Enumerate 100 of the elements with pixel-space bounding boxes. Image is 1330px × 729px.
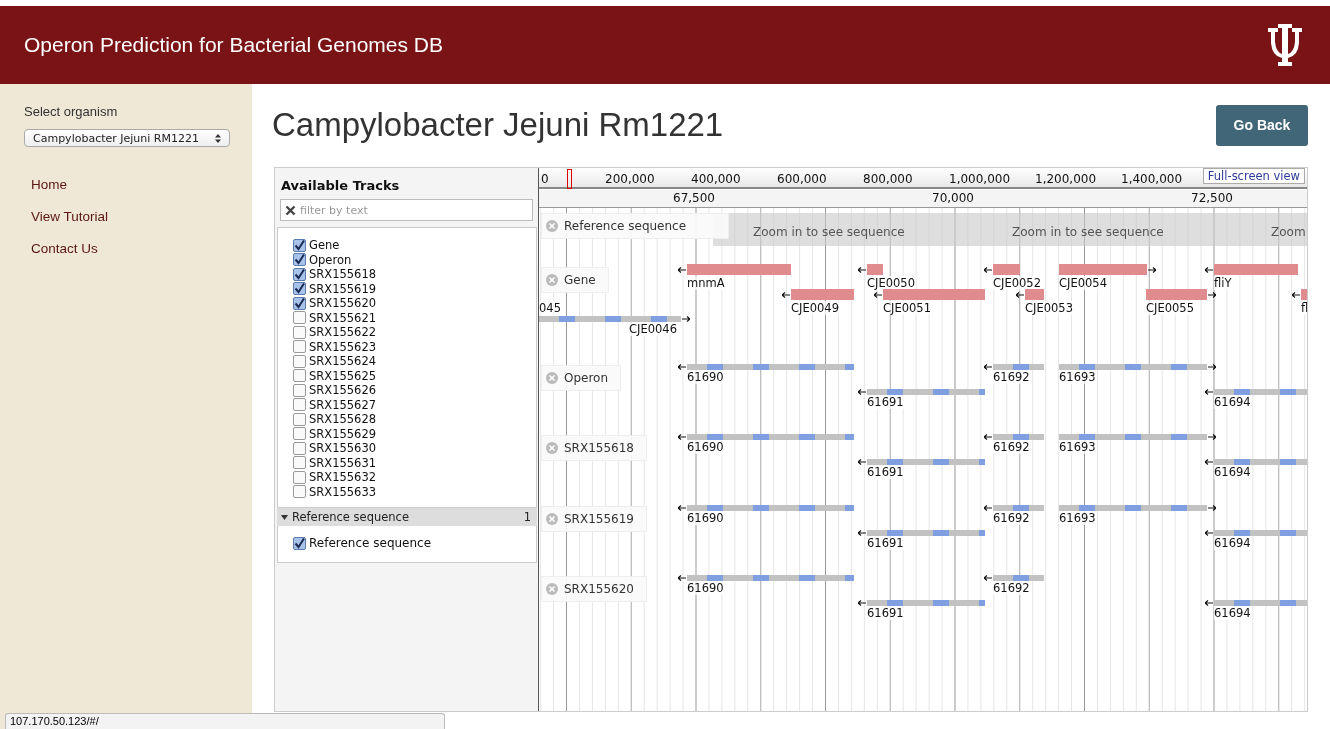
gene-feature[interactable] bbox=[687, 264, 791, 275]
close-icon[interactable] bbox=[546, 220, 558, 232]
operon-feature[interactable] bbox=[1214, 530, 1307, 536]
ruler-tick-label: 72,500 bbox=[1191, 191, 1233, 205]
checkbox[interactable] bbox=[293, 485, 306, 499]
full-screen-link[interactable]: Full-screen view bbox=[1202, 168, 1305, 184]
checkbox[interactable] bbox=[293, 238, 306, 252]
gene-feature[interactable] bbox=[867, 264, 883, 275]
track-name: SRX155625 bbox=[309, 368, 377, 383]
gene-feature[interactable] bbox=[1301, 289, 1307, 300]
feature-label: fl bbox=[1301, 301, 1307, 315]
operon-feature[interactable] bbox=[993, 575, 1044, 581]
operon-feature[interactable] bbox=[687, 434, 854, 440]
operon-feature[interactable] bbox=[867, 600, 985, 606]
gene-feature[interactable] bbox=[993, 264, 1020, 275]
operon-feature[interactable] bbox=[867, 530, 985, 536]
checkbox[interactable] bbox=[293, 253, 306, 267]
checkbox[interactable] bbox=[293, 456, 306, 470]
track-label[interactable]: Reference sequence bbox=[541, 213, 729, 239]
feature-label: 61693 bbox=[1059, 511, 1096, 525]
category-header[interactable]: Reference sequence 1 bbox=[277, 508, 537, 526]
checkbox[interactable] bbox=[293, 311, 306, 325]
ruler-tick-label: 600,000 bbox=[777, 172, 827, 186]
panel-title: Available Tracks bbox=[280, 177, 401, 195]
page-title: Campylobacter Jejuni Rm1221 bbox=[272, 106, 724, 144]
checkbox[interactable] bbox=[293, 536, 306, 550]
checkbox[interactable] bbox=[293, 267, 306, 281]
feature-label: 61692 bbox=[993, 440, 1030, 454]
nav-link[interactable]: View Tutorial bbox=[31, 209, 252, 224]
close-icon[interactable] bbox=[546, 583, 558, 595]
operon-feature[interactable] bbox=[1059, 364, 1207, 370]
track-label[interactable]: SRX155619 bbox=[541, 506, 647, 532]
feature-label: 61690 bbox=[687, 581, 724, 595]
operon-feature[interactable] bbox=[993, 434, 1044, 440]
checkbox[interactable] bbox=[293, 470, 306, 484]
track-name: SRX155627 bbox=[309, 397, 377, 412]
operon-feature[interactable] bbox=[993, 364, 1044, 370]
feature-label: 61690 bbox=[687, 511, 724, 525]
sequence-message: Zoom in to see sequence bbox=[1012, 225, 1164, 239]
feature-label: 61693 bbox=[1059, 370, 1096, 384]
go-back-button[interactable]: Go Back bbox=[1216, 104, 1308, 146]
checkbox[interactable] bbox=[293, 340, 306, 354]
clear-icon[interactable] bbox=[285, 204, 296, 216]
operon-feature[interactable] bbox=[1059, 434, 1207, 440]
track-label[interactable]: SRX155618 bbox=[541, 435, 647, 461]
operon-feature[interactable] bbox=[993, 505, 1044, 511]
gene-feature[interactable] bbox=[1025, 289, 1044, 300]
checkbox[interactable] bbox=[293, 441, 306, 455]
ruler-tick-label: 70,000 bbox=[932, 191, 974, 205]
checkbox[interactable] bbox=[293, 412, 306, 426]
checkbox[interactable] bbox=[293, 296, 306, 310]
track-name: SRX155622 bbox=[309, 325, 377, 340]
close-icon[interactable] bbox=[546, 372, 558, 384]
nav-link[interactable]: Home bbox=[31, 177, 252, 192]
checkbox[interactable] bbox=[293, 325, 306, 339]
category-label: Reference sequence bbox=[292, 510, 410, 524]
operon-feature[interactable] bbox=[687, 505, 854, 511]
gene-feature[interactable] bbox=[791, 289, 854, 300]
checkbox[interactable] bbox=[293, 282, 306, 296]
track-label[interactable]: Gene bbox=[541, 267, 609, 293]
nav-link[interactable]: Contact Us bbox=[31, 241, 252, 256]
close-icon[interactable] bbox=[546, 513, 558, 525]
operon-feature[interactable] bbox=[867, 389, 985, 395]
gene-feature[interactable] bbox=[1059, 264, 1147, 275]
track-label[interactable]: Operon bbox=[541, 365, 622, 391]
checkbox[interactable] bbox=[293, 354, 306, 368]
track-label[interactable]: SRX155620 bbox=[541, 576, 647, 602]
track-name: SRX155626 bbox=[309, 383, 377, 398]
track-name: SRX155624 bbox=[309, 354, 377, 369]
operon-feature[interactable] bbox=[687, 364, 854, 370]
feature-label: 61692 bbox=[993, 370, 1030, 384]
track-name: SRX155618 bbox=[309, 267, 377, 282]
track-name: SRX155632 bbox=[309, 470, 377, 485]
gene-feature[interactable] bbox=[1146, 289, 1207, 300]
track-name: Gene bbox=[309, 238, 340, 253]
site-title: Operon Prediction for Bacterial Genomes DB bbox=[24, 33, 444, 57]
checkbox[interactable] bbox=[293, 398, 306, 412]
feature-label: CJE0051 bbox=[883, 301, 931, 315]
close-icon[interactable] bbox=[546, 442, 558, 454]
status-bar: 107.170.50.123/#/ bbox=[5, 713, 445, 729]
view-marker[interactable] bbox=[567, 169, 572, 189]
feature-label: 61694 bbox=[1214, 465, 1251, 479]
operon-feature[interactable] bbox=[1214, 389, 1307, 395]
operon-feature[interactable] bbox=[1059, 505, 1207, 511]
checkbox[interactable] bbox=[293, 427, 306, 441]
operon-feature[interactable] bbox=[1214, 459, 1307, 465]
feature-label: CJE0053 bbox=[1025, 301, 1073, 315]
track-name: SRX155621 bbox=[309, 310, 377, 325]
operon-feature[interactable] bbox=[867, 459, 985, 465]
track-name: SRX155628 bbox=[309, 412, 377, 427]
operon-feature[interactable] bbox=[687, 575, 854, 581]
gene-feature[interactable] bbox=[1214, 264, 1298, 275]
checkbox[interactable] bbox=[293, 383, 306, 397]
organism-select[interactable]: Campylobacter Jejuni RM1221 bbox=[24, 129, 230, 147]
gene-feature[interactable] bbox=[883, 289, 985, 300]
checkbox[interactable] bbox=[293, 369, 306, 383]
operon-feature[interactable] bbox=[539, 316, 681, 322]
filter-field[interactable]: filter by text bbox=[280, 199, 533, 221]
operon-feature[interactable] bbox=[1214, 600, 1307, 606]
close-icon[interactable] bbox=[546, 274, 558, 286]
